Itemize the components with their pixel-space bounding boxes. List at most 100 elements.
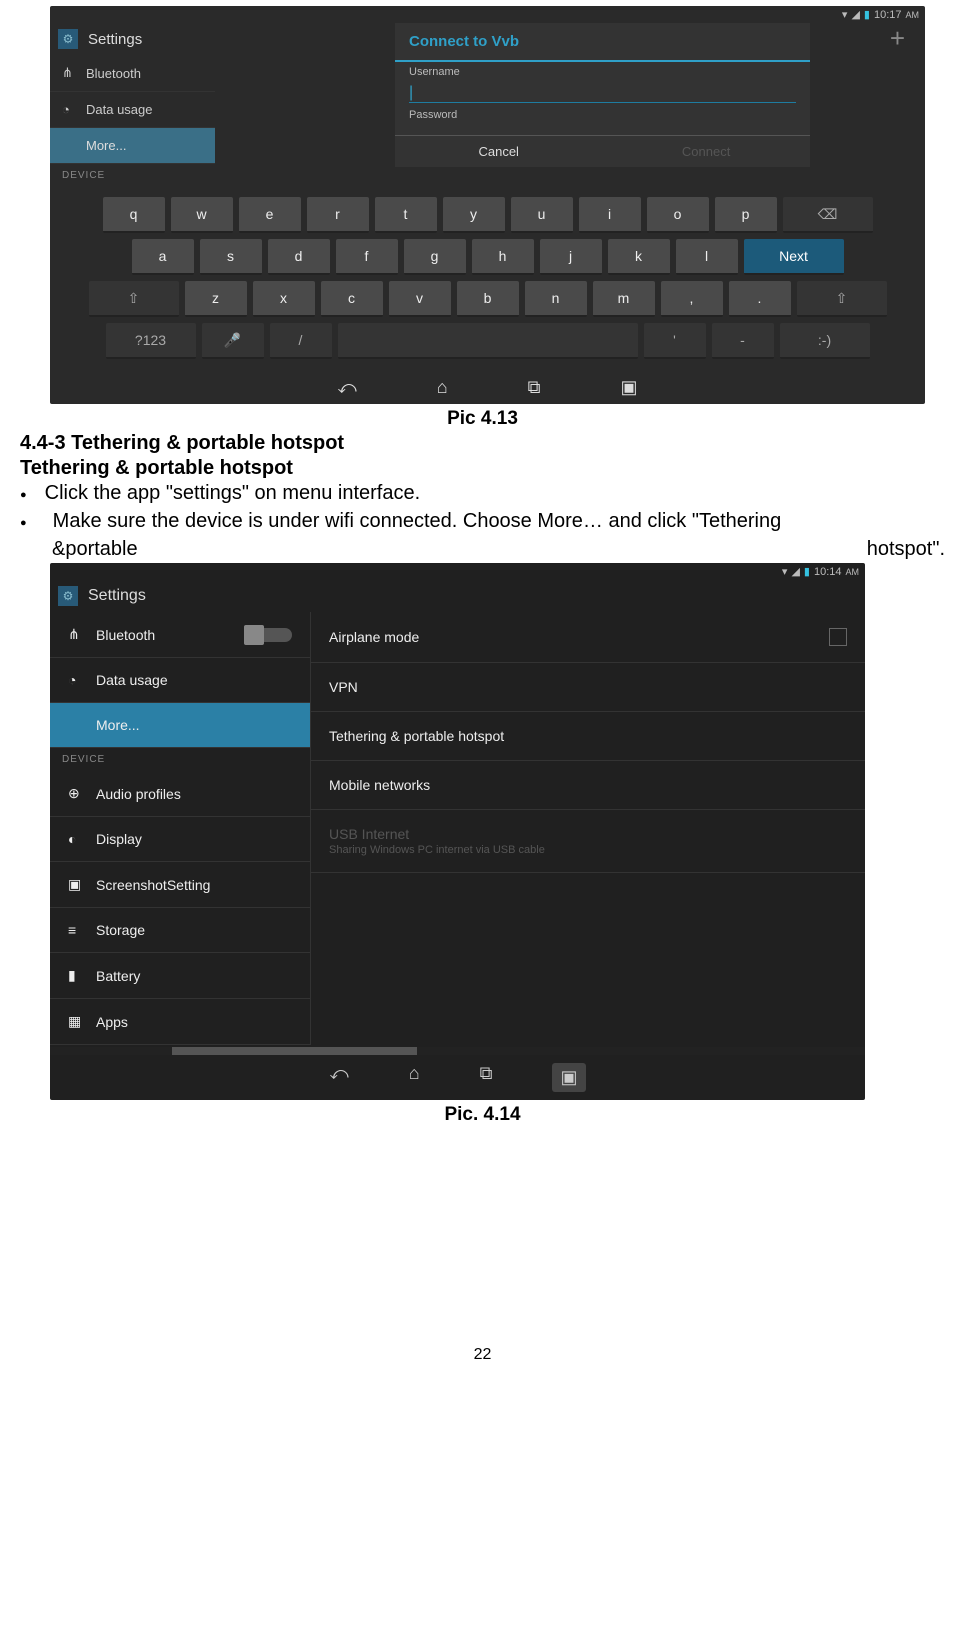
- keyboard: qwertyuiop⌫ asdfghjklNext ⇧zxcvbnm,.⇧ ?1…: [50, 187, 925, 371]
- wifi-icon: ▾: [842, 8, 848, 21]
- status-time: 10:17: [874, 9, 902, 21]
- key-sym[interactable]: ?123: [106, 323, 196, 359]
- item-apps[interactable]: ▦ Apps: [50, 999, 310, 1045]
- add-icon[interactable]: +: [870, 23, 925, 167]
- item-vpn[interactable]: VPN: [311, 663, 865, 712]
- settings-icon: ⚙: [58, 29, 78, 49]
- screenshot-connect-dialog: ▾ ◢ ▮ 10:17 AM ⚙ Settings ⋔ Bluetooth ◔ …: [50, 6, 925, 404]
- item-more[interactable]: More...: [50, 703, 310, 748]
- battery-icon: ▮: [68, 967, 82, 984]
- key-h[interactable]: h: [472, 239, 534, 275]
- sidebar-item-datausage[interactable]: ◔ Data usage: [50, 92, 215, 128]
- wifi-icon: ▾: [782, 565, 788, 578]
- item-label: VPN: [329, 679, 358, 695]
- scrollbar[interactable]: [50, 1047, 865, 1055]
- item-tethering[interactable]: Tethering & portable hotspot: [311, 712, 865, 761]
- item-label: Battery: [96, 968, 140, 984]
- key-g[interactable]: g: [404, 239, 466, 275]
- dialog-title: Connect to Vvb: [395, 23, 810, 62]
- key-backspace[interactable]: ⌫: [783, 197, 873, 233]
- item-screenshot[interactable]: ▣ ScreenshotSetting: [50, 862, 310, 908]
- key-z[interactable]: z: [185, 281, 247, 317]
- key-k[interactable]: k: [608, 239, 670, 275]
- status-time: 10:14: [814, 566, 842, 578]
- key-v[interactable]: v: [389, 281, 451, 317]
- key-t[interactable]: t: [375, 197, 437, 233]
- item-label: Audio profiles: [96, 786, 181, 802]
- settings-title: Settings: [88, 587, 146, 605]
- bullet-1: ● Click the app "settings" on menu inter…: [20, 482, 945, 508]
- key-u[interactable]: u: [511, 197, 573, 233]
- status-ampm: AM: [906, 10, 920, 20]
- sidebar-item-more[interactable]: More...: [50, 128, 215, 164]
- airplane-checkbox[interactable]: [829, 628, 847, 646]
- key-m[interactable]: m: [593, 281, 655, 317]
- connect-button[interactable]: Connect: [602, 135, 809, 167]
- nav-screenshot-icon[interactable]: ▣: [552, 1063, 585, 1092]
- item-label: Apps: [96, 1014, 128, 1030]
- heading-4-4-3: 4.4-3 Tethering & portable hotspot: [20, 432, 945, 455]
- caption-4-14: Pic. 4.14: [20, 1104, 945, 1126]
- nav-home-icon[interactable]: ⌂: [437, 377, 448, 398]
- key-l[interactable]: l: [676, 239, 738, 275]
- item-mobile-networks[interactable]: Mobile networks: [311, 761, 865, 810]
- key-a[interactable]: a: [132, 239, 194, 275]
- key-w[interactable]: w: [171, 197, 233, 233]
- item-bluetooth[interactable]: ⋔ Bluetooth: [50, 612, 310, 658]
- item-label: Data usage: [96, 672, 168, 688]
- item-storage[interactable]: ≡ Storage: [50, 908, 310, 953]
- key-y[interactable]: y: [443, 197, 505, 233]
- key-r[interactable]: r: [307, 197, 369, 233]
- key-mic[interactable]: 🎤: [202, 323, 264, 359]
- nav-screenshot-icon[interactable]: ▣: [620, 377, 637, 398]
- bullet-text-right: hotspot".: [867, 538, 945, 561]
- username-input[interactable]: |: [409, 84, 796, 103]
- key-apos[interactable]: ': [644, 323, 706, 359]
- key-space[interactable]: [338, 323, 638, 359]
- item-display[interactable]: ◐ Display: [50, 817, 310, 862]
- key-x[interactable]: x: [253, 281, 315, 317]
- bluetooth-toggle[interactable]: [246, 628, 292, 642]
- nav-back-icon[interactable]: ⤺: [338, 377, 357, 398]
- key-shift-right[interactable]: ⇧: [797, 281, 887, 317]
- key-f[interactable]: f: [336, 239, 398, 275]
- cancel-button[interactable]: Cancel: [395, 135, 602, 167]
- item-audio[interactable]: ⊕ Audio profiles: [50, 771, 310, 817]
- key-dash[interactable]: -: [712, 323, 774, 359]
- key-p[interactable]: p: [715, 197, 777, 233]
- sidebar-label: Data usage: [86, 102, 153, 117]
- data-icon: ◔: [68, 672, 82, 688]
- key-d[interactable]: d: [268, 239, 330, 275]
- key-shift-left[interactable]: ⇧: [89, 281, 179, 317]
- sidebar-item-bluetooth[interactable]: ⋔ Bluetooth: [50, 55, 215, 92]
- key-next[interactable]: Next: [744, 239, 844, 275]
- key-q[interactable]: q: [103, 197, 165, 233]
- key-slash[interactable]: /: [270, 323, 332, 359]
- item-datausage[interactable]: ◔ Data usage: [50, 658, 310, 703]
- apps-icon: ▦: [68, 1013, 82, 1030]
- caption-4-13: Pic 4.13: [20, 408, 945, 430]
- settings-icon: ⚙: [58, 586, 78, 606]
- key-c[interactable]: c: [321, 281, 383, 317]
- item-label: Bluetooth: [96, 627, 155, 643]
- key-.[interactable]: .: [729, 281, 791, 317]
- key-smile[interactable]: :-): [780, 323, 870, 359]
- key-o[interactable]: o: [647, 197, 709, 233]
- settings-title: Settings: [88, 31, 142, 48]
- nav-home-icon[interactable]: ⌂: [409, 1063, 420, 1092]
- key-s[interactable]: s: [200, 239, 262, 275]
- item-label: More...: [96, 717, 140, 733]
- nav-back-icon[interactable]: ⤺: [330, 1063, 349, 1092]
- nav-recent-icon[interactable]: ⧉: [528, 377, 541, 398]
- key-,[interactable]: ,: [661, 281, 723, 317]
- battery-icon: ▮: [864, 8, 870, 21]
- key-b[interactable]: b: [457, 281, 519, 317]
- key-j[interactable]: j: [540, 239, 602, 275]
- key-n[interactable]: n: [525, 281, 587, 317]
- key-i[interactable]: i: [579, 197, 641, 233]
- nav-recent-icon[interactable]: ⧉: [480, 1063, 493, 1092]
- item-battery[interactable]: ▮ Battery: [50, 953, 310, 999]
- item-airplane[interactable]: Airplane mode: [311, 612, 865, 663]
- key-e[interactable]: e: [239, 197, 301, 233]
- device-header: DEVICE: [50, 164, 215, 187]
